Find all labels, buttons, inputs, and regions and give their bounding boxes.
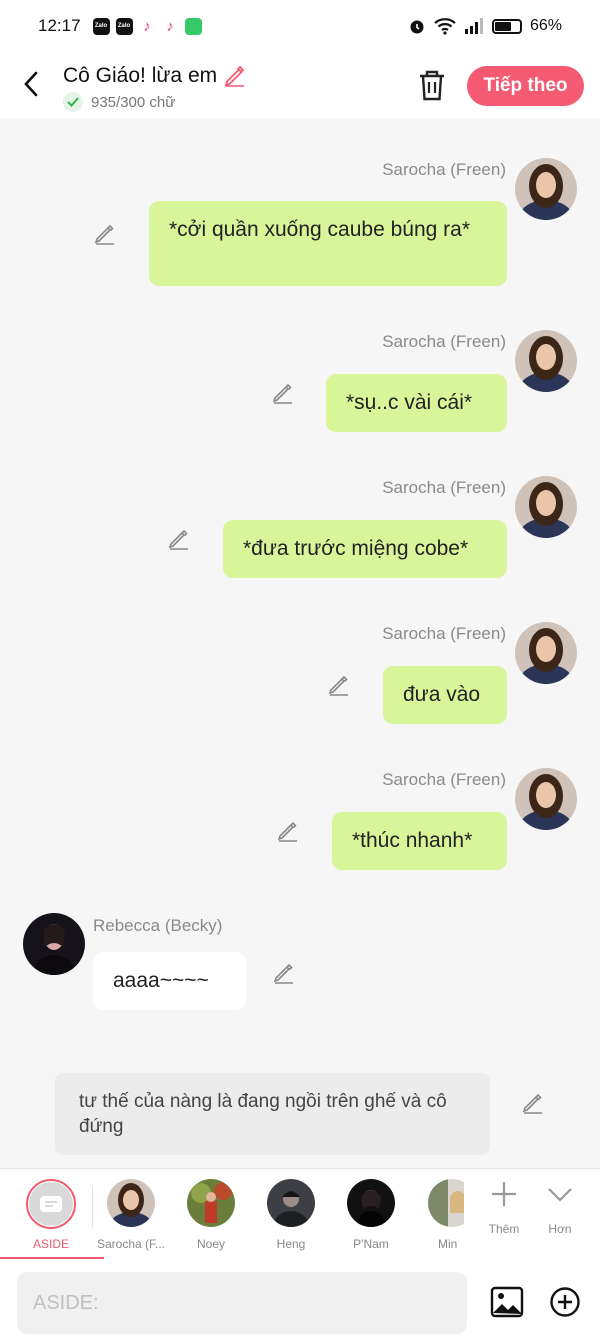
character-min[interactable]: Min bbox=[414, 1179, 464, 1251]
aside-label: ASIDE bbox=[32, 1237, 69, 1251]
zalo-icon: Zalo bbox=[92, 17, 110, 35]
character-pnam[interactable]: P'Nam bbox=[334, 1179, 408, 1251]
trash-icon bbox=[420, 70, 444, 101]
chat-area[interactable]: Sarocha (Freen) *cởi quần xuống caube bú… bbox=[0, 118, 600, 1168]
edit-message-icon[interactable] bbox=[272, 961, 296, 985]
character-name: Noey bbox=[196, 1237, 225, 1251]
message-bubble[interactable]: *sụ..c vài cái* bbox=[326, 374, 507, 432]
image-icon bbox=[490, 1286, 524, 1318]
edit-title-icon[interactable] bbox=[223, 64, 247, 88]
sender-name: Sarocha (Freen) bbox=[382, 478, 506, 497]
avatar[interactable] bbox=[515, 158, 577, 220]
aside-icon bbox=[40, 1196, 62, 1212]
status-bar: 12:17 Zalo Zalo ♪ ♪ 66% bbox=[0, 0, 600, 52]
chat-header: Cô Giáo! lừa em 935/300 chữ Tiếp theo bbox=[0, 52, 600, 118]
avatar bbox=[428, 1179, 464, 1227]
add-character-button[interactable]: Thêm bbox=[479, 1179, 529, 1236]
character-name: Sarocha (F... bbox=[96, 1237, 166, 1251]
message-bubble[interactable]: đưa vào bbox=[383, 666, 507, 724]
avatar[interactable] bbox=[515, 330, 577, 392]
sender-name: Sarocha (Freen) bbox=[382, 160, 506, 179]
tiktok-icon: ♪ bbox=[166, 17, 174, 35]
plus-icon bbox=[492, 1182, 516, 1206]
delete-button[interactable] bbox=[416, 68, 448, 102]
sender-name: Rebecca (Becky) bbox=[93, 916, 223, 935]
chevron-down-icon bbox=[548, 1188, 572, 1202]
edit-message-icon[interactable] bbox=[93, 222, 117, 246]
character-name: Heng bbox=[276, 1237, 306, 1251]
sender-name: Sarocha (Freen) bbox=[382, 624, 506, 643]
story-title: Cô Giáo! lừa em bbox=[63, 64, 247, 88]
story-title-text: Cô Giáo! lừa em bbox=[63, 64, 218, 87]
battery-percent: 66% bbox=[529, 17, 562, 34]
tiktok-icon: ♪ bbox=[143, 17, 151, 35]
aside-selector[interactable] bbox=[26, 1179, 76, 1229]
insert-image-button[interactable] bbox=[490, 1285, 524, 1319]
character-heng[interactable]: Heng bbox=[254, 1179, 328, 1251]
word-count: 935/300 chữ bbox=[63, 92, 175, 112]
status-app-icons: Zalo Zalo ♪ ♪ bbox=[92, 17, 202, 35]
status-time: 12:17 bbox=[38, 16, 81, 35]
sender-name: Sarocha (Freen) bbox=[382, 770, 506, 789]
message-bubble[interactable]: *đưa trước miệng cobe* bbox=[223, 520, 507, 578]
edit-message-icon[interactable] bbox=[271, 381, 295, 405]
character-sarocha[interactable]: Sarocha (F... bbox=[94, 1179, 168, 1251]
zalo-icon: Zalo bbox=[115, 17, 133, 35]
edit-message-icon[interactable] bbox=[327, 673, 351, 697]
battery-icon bbox=[491, 18, 522, 34]
edit-aside-icon[interactable] bbox=[521, 1091, 545, 1115]
input-bar bbox=[0, 1259, 600, 1343]
character-name: Min bbox=[438, 1237, 458, 1251]
avatar[interactable] bbox=[515, 768, 577, 830]
aside-narration[interactable]: tư thế của nàng là đang ngồi trên ghế và… bbox=[55, 1073, 490, 1155]
add-button[interactable] bbox=[549, 1286, 581, 1318]
word-count-text: 935/300 chữ bbox=[91, 93, 176, 111]
status-right: 66% bbox=[408, 17, 562, 35]
divider bbox=[92, 1187, 93, 1227]
plus-circle-icon bbox=[550, 1287, 580, 1317]
sender-name: Sarocha (Freen) bbox=[382, 332, 506, 351]
message-input[interactable] bbox=[17, 1272, 467, 1334]
edit-message-icon[interactable] bbox=[276, 819, 300, 843]
signal-icon bbox=[464, 18, 483, 34]
character-bar: ASIDE Sarocha (F... Noey Heng P'Nam Min … bbox=[0, 1168, 600, 1260]
avatar bbox=[267, 1179, 315, 1227]
alarm-icon bbox=[410, 20, 424, 34]
add-character-label: Thêm bbox=[488, 1222, 520, 1236]
message-bubble[interactable]: *thúc nhanh* bbox=[332, 812, 507, 870]
next-button[interactable]: Tiếp theo bbox=[467, 66, 584, 106]
avatar bbox=[187, 1179, 235, 1227]
check-icon bbox=[63, 92, 83, 112]
expand-label: Hơn bbox=[548, 1222, 572, 1236]
wifi-icon bbox=[434, 18, 456, 35]
expand-characters-button[interactable]: Hơn bbox=[535, 1179, 585, 1236]
avatar[interactable] bbox=[515, 476, 577, 538]
avatar[interactable] bbox=[515, 622, 577, 684]
avatar[interactable] bbox=[23, 913, 85, 975]
message-bubble[interactable]: aaaa~~~~ bbox=[93, 952, 246, 1010]
chevron-left-icon bbox=[24, 71, 38, 97]
character-noey[interactable]: Noey bbox=[174, 1179, 248, 1251]
battery-fill bbox=[494, 21, 511, 31]
message-bubble[interactable]: *cởi quần xuống caube búng ra* bbox=[149, 201, 507, 286]
back-button[interactable] bbox=[16, 66, 46, 102]
avatar bbox=[347, 1179, 395, 1227]
avatar bbox=[107, 1179, 155, 1227]
character-name: P'Nam bbox=[353, 1237, 389, 1251]
messages-icon bbox=[184, 17, 202, 35]
edit-message-icon[interactable] bbox=[167, 527, 191, 551]
